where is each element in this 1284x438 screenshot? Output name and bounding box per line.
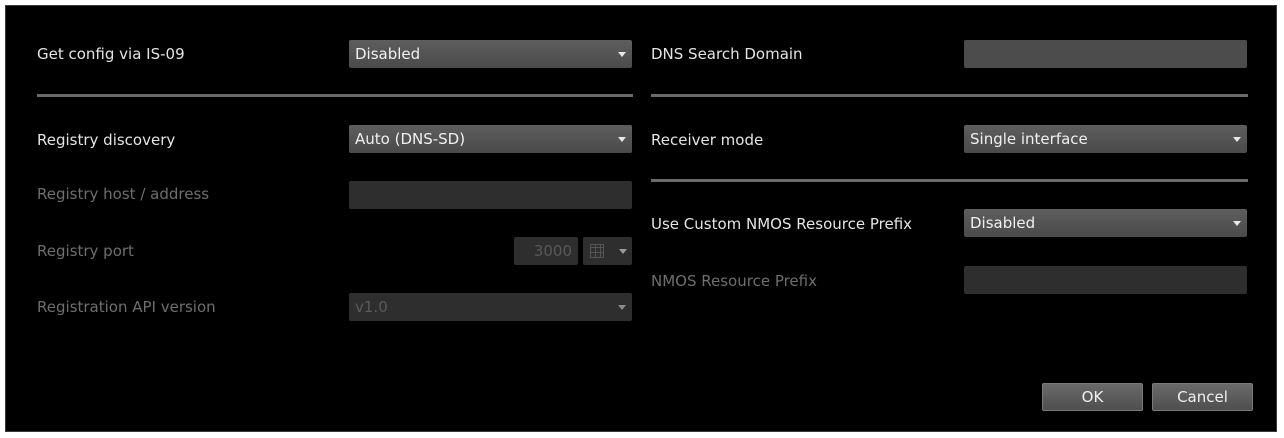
registry-port-label: Registry port [37,242,134,260]
chevron-down-icon [618,305,626,310]
receiver-mode-select[interactable]: Single interface [964,125,1247,153]
chevron-down-icon [1233,221,1241,226]
custom-prefix-label: Use Custom NMOS Resource Prefix [651,215,913,233]
port-picker-button[interactable] [583,237,632,265]
registry-discovery-label: Registry discovery [37,131,176,149]
chevron-down-icon [618,137,626,142]
dns-search-domain-input[interactable] [964,40,1247,68]
chevron-down-icon [619,249,627,254]
registration-api-label: Registration API version [37,298,216,316]
receiver-mode-label: Receiver mode [651,131,764,149]
resource-prefix-label: NMOS Resource Prefix [651,272,817,290]
registry-discovery-select[interactable]: Auto (DNS-SD) [349,125,632,153]
nmos-settings-dialog: Get config via IS-09 Disabled Registry d… [5,5,1277,432]
chevron-down-icon [1233,137,1241,142]
divider [37,94,633,97]
divider [651,94,1248,97]
dns-search-domain-label: DNS Search Domain [651,45,803,63]
grid-icon [590,244,604,258]
is09-select[interactable]: Disabled [349,40,632,68]
receiver-mode-value: Single interface [970,130,1088,148]
registry-host-input[interactable] [349,181,632,209]
divider [651,179,1248,182]
cancel-button[interactable]: Cancel [1152,383,1253,411]
is09-label: Get config via IS-09 [37,45,185,63]
ok-button[interactable]: OK [1042,383,1143,411]
registry-port-value: 3000 [533,242,572,260]
chevron-down-icon [618,52,626,57]
registry-port-input[interactable]: 3000 [514,237,578,265]
registration-api-select[interactable]: v1.0 [349,293,632,321]
registry-discovery-value: Auto (DNS-SD) [355,130,466,148]
custom-prefix-select[interactable]: Disabled [964,209,1247,237]
custom-prefix-value: Disabled [970,214,1036,232]
resource-prefix-input[interactable] [964,266,1247,294]
registration-api-value: v1.0 [355,298,388,316]
registry-host-label: Registry host / address [37,185,210,203]
is09-value: Disabled [355,45,421,63]
